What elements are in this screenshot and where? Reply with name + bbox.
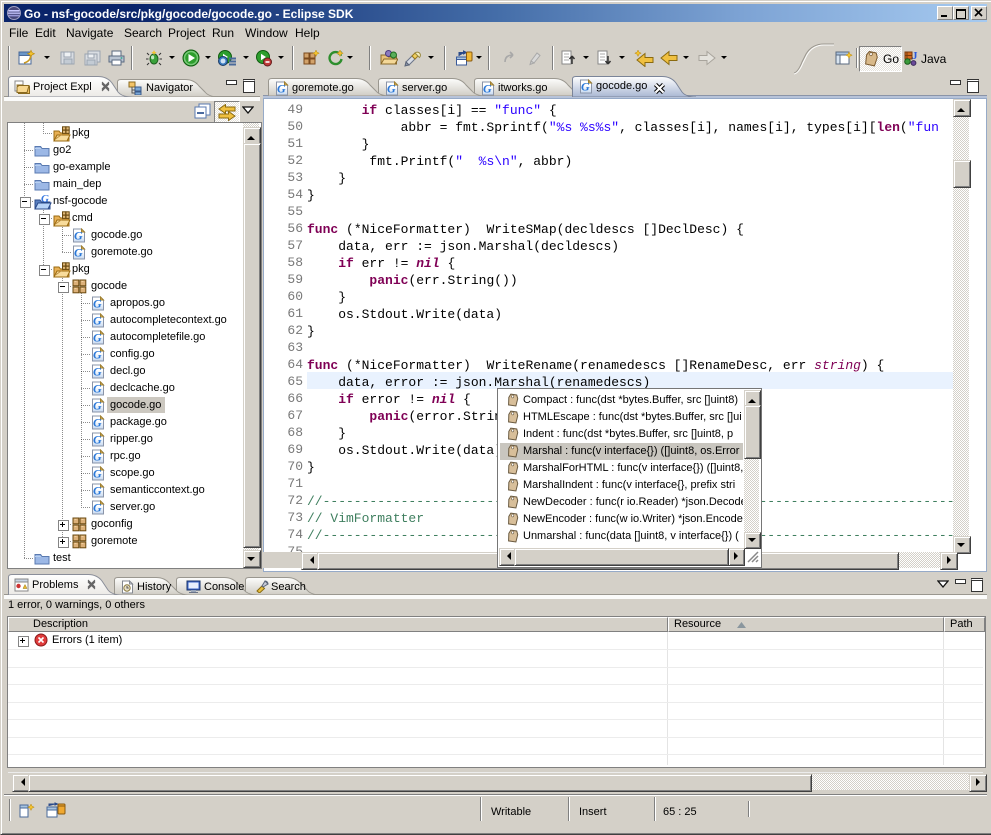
svg-text:G: G — [93, 484, 102, 498]
svg-text:G: G — [93, 297, 102, 311]
svg-text:G: G — [93, 450, 102, 464]
svg-text:G: G — [93, 467, 102, 481]
svg-text:G: G — [93, 365, 102, 379]
svg-text:G: G — [483, 82, 492, 96]
svg-text:G: G — [93, 501, 102, 515]
svg-text:G: G — [74, 229, 83, 243]
svg-text:G: G — [93, 314, 102, 328]
svg-text:G: G — [277, 82, 286, 96]
svg-text:G: G — [387, 82, 396, 96]
svg-text:G: G — [93, 433, 102, 447]
svg-text:G: G — [93, 331, 102, 345]
svg-text:G: G — [93, 382, 102, 396]
svg-text:G: G — [93, 416, 102, 430]
svg-text:G: G — [74, 246, 83, 260]
svg-text:G: G — [581, 80, 590, 94]
svg-text:G: G — [93, 348, 102, 362]
svg-text:G: G — [93, 399, 102, 413]
svg-text:G: G — [41, 194, 49, 205]
